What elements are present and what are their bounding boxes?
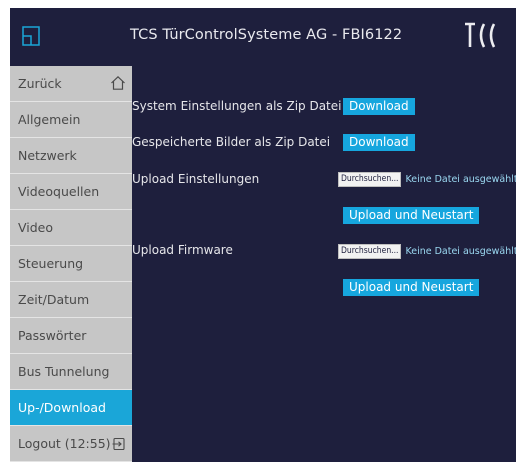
sidebar-item-label: Video — [18, 220, 54, 235]
sidebar-item-logout[interactable]: Logout (12:55) — [10, 426, 132, 462]
no-file-text: Keine Datei ausgewählt. — [405, 246, 516, 257]
upload-firmware-restart-button[interactable]: Upload und Neustart — [343, 279, 480, 296]
home-icon[interactable] — [110, 75, 126, 91]
sidebar-item-back[interactable]: Zurück — [10, 66, 132, 102]
sidebar-item-network[interactable]: Netzwerk — [10, 138, 132, 174]
system-settings-label: System Einstellungen als Zip Datei — [132, 99, 342, 113]
no-file-text: Keine Datei ausgewählt. — [405, 174, 516, 185]
sidebar-item-video[interactable]: Video — [10, 210, 132, 246]
app-frame: TCS TürControlSysteme AG - FBI6122 Zurüc… — [10, 8, 516, 462]
upload-firmware-label: Upload Firmware — [132, 243, 233, 257]
sidebar-item-label: Allgemein — [18, 112, 81, 127]
sidebar-item-label: Zeit/Datum — [18, 292, 90, 307]
upload-settings-label: Upload Einstellungen — [132, 172, 260, 186]
sidebar-item-video-sources[interactable]: Videoquellen — [10, 174, 132, 210]
sidebar-item-label: Videoquellen — [18, 184, 100, 199]
sidebar-item-label: Zurück — [18, 76, 62, 91]
sidebar-item-control[interactable]: Steuerung — [10, 246, 132, 282]
header: TCS TürControlSysteme AG - FBI6122 — [10, 8, 516, 66]
sidebar-item-label: Logout (12:55) — [18, 436, 111, 451]
sidebar-item-label: Bus Tunnelung — [18, 364, 110, 379]
logout-icon[interactable] — [112, 437, 126, 451]
upload-settings-restart-button[interactable]: Upload und Neustart — [343, 207, 480, 224]
settings-file-input[interactable]: Durchsuchen... Keine Datei ausgewählt. — [338, 172, 516, 187]
sidebar-item-time-date[interactable]: Zeit/Datum — [10, 282, 132, 318]
sidebar-item-label: Netzwerk — [18, 148, 77, 163]
sidebar-item-label: Up-/Download — [18, 400, 106, 415]
app-window-icon — [22, 26, 40, 46]
sidebar-item-up-download[interactable]: Up-/Download — [10, 390, 132, 426]
saved-images-label: Gespeicherte Bilder als Zip Datei — [132, 135, 331, 149]
page-title: TCS TürControlSysteme AG - FBI6122 — [130, 27, 403, 43]
browse-button[interactable]: Durchsuchen... — [338, 172, 402, 187]
download-system-button[interactable]: Download — [343, 98, 415, 115]
download-images-button[interactable]: Download — [343, 134, 415, 151]
tcs-logo — [465, 22, 496, 48]
sidebar-item-general[interactable]: Allgemein — [10, 102, 132, 138]
sidebar: Zurück Allgemein Netzwerk Videoquellen V… — [10, 66, 132, 462]
main-content: System Einstellungen als Zip Datei Downl… — [132, 66, 516, 462]
sidebar-item-label: Steuerung — [18, 256, 84, 271]
sidebar-item-passwords[interactable]: Passwörter — [10, 318, 132, 354]
sidebar-item-bus-tunneling[interactable]: Bus Tunnelung — [10, 354, 132, 390]
firmware-file-input[interactable]: Durchsuchen... Keine Datei ausgewählt. — [338, 244, 516, 259]
browse-button[interactable]: Durchsuchen... — [338, 244, 402, 259]
sidebar-item-label: Passwörter — [18, 328, 87, 343]
